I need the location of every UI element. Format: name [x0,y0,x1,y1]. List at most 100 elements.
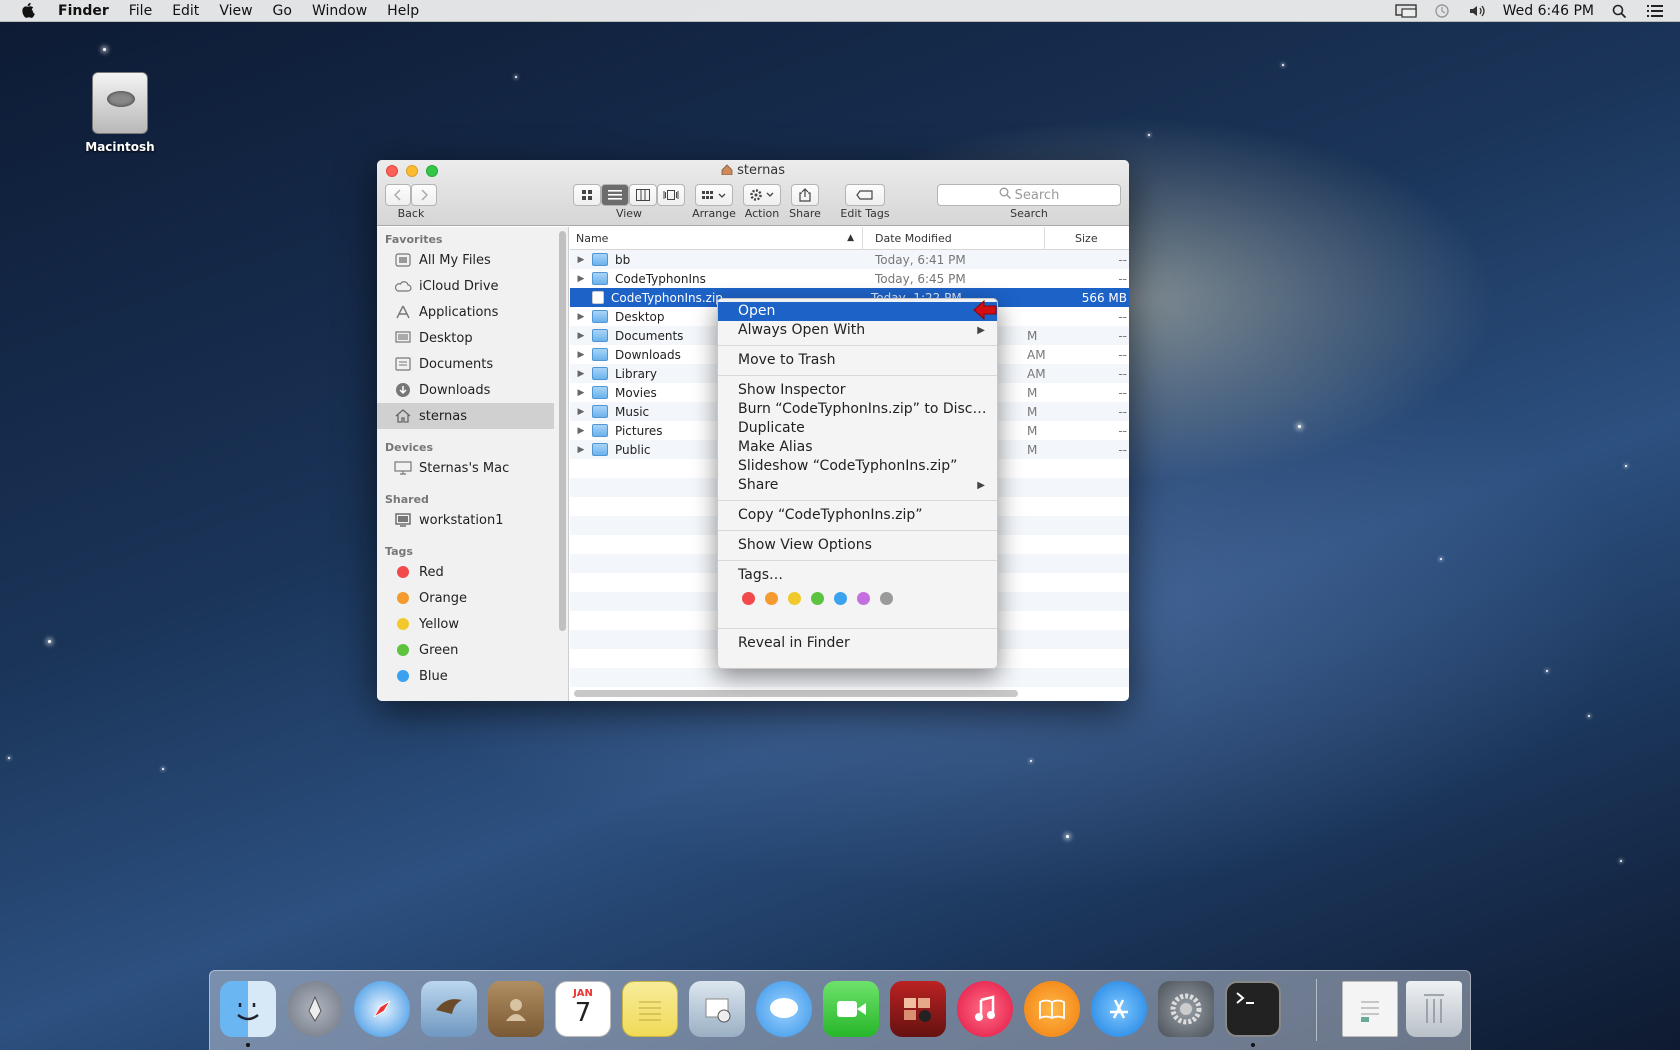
mail-icon[interactable] [421,981,477,1037]
tag-blue-dot[interactable] [834,591,847,605]
sidebar-item-sternas[interactable]: sternas [377,403,554,429]
messages-icon[interactable] [756,981,812,1037]
tag-yellow-dot[interactable] [788,591,801,605]
context-menu: Open Always Open With ▶ Move to Trash Sho… [717,298,998,669]
arrange-button[interactable] [695,184,733,206]
menu-item-move-to-trash[interactable]: Move to Trash [718,351,997,370]
disclosure-triangle-icon[interactable]: ▶ [570,331,592,341]
menu-item-share[interactable]: Share ▶ [718,476,997,495]
disclosure-triangle-icon[interactable]: ▶ [570,274,592,284]
airplay-display-icon[interactable] [1394,3,1417,19]
menu-file[interactable]: File [119,0,162,22]
calendar-icon[interactable]: JAN 7 [555,981,611,1037]
sidebar-item-desktop[interactable]: Desktop [377,325,568,351]
column-view-button[interactable] [629,184,657,206]
menu-item-show-inspector[interactable]: Show Inspector [718,381,997,400]
itunes-icon[interactable] [957,981,1013,1037]
time-machine-icon[interactable] [1431,3,1453,19]
facetime-icon[interactable] [823,981,879,1037]
desktop-drive-macintosh[interactable]: Macintosh [60,72,180,154]
notification-center-icon[interactable] [1644,3,1666,19]
sidebar-item-downloads[interactable]: Downloads [377,377,568,403]
search-field[interactable]: Search [937,184,1121,206]
all-files-icon [394,252,412,268]
finder-icon[interactable] [220,981,276,1037]
sidebar-tag-blue[interactable]: Blue [377,663,568,689]
column-header-date-modified[interactable]: Date Modified [863,227,1045,250]
tag-orange-dot[interactable] [765,591,778,605]
sidebar-item-sternas-mac[interactable]: Sternas's Mac [377,455,568,481]
action-button[interactable] [743,184,781,206]
menu-item-make-alias[interactable]: Make Alias [718,438,997,457]
menubar-clock[interactable]: Wed 6:46 PM [1503,0,1594,22]
icon-view-button[interactable] [573,184,601,206]
list-view-button[interactable] [601,184,629,206]
menu-window[interactable]: Window [302,0,377,22]
menu-item-reveal-in-finder[interactable]: Reveal in Finder [718,634,997,653]
sidebar-item-workstation1[interactable]: workstation1 [377,507,568,533]
system-preferences-icon[interactable] [1158,981,1214,1037]
tag-purple-dot[interactable] [857,591,870,605]
menu-help[interactable]: Help [377,0,429,22]
sidebar-item-documents[interactable]: Documents [377,351,568,377]
forward-button[interactable] [411,184,437,206]
zip-file-icon [592,291,604,304]
tag-gray-dot[interactable] [880,591,893,605]
launchpad-icon[interactable] [287,981,343,1037]
column-header-size[interactable]: Size [1045,232,1098,245]
menu-edit[interactable]: Edit [162,0,209,22]
sidebar-tag-orange[interactable]: Orange [377,585,568,611]
disclosure-triangle-icon[interactable]: ▶ [570,312,592,322]
tag-green-dot[interactable] [811,591,824,605]
menu-item-slideshow[interactable]: Slideshow “CodeTyphonIns.zip” [718,457,997,476]
edit-tags-button[interactable] [845,184,885,206]
column-header-name[interactable]: Name ▲ [570,227,863,250]
sidebar-scrollbar[interactable] [559,231,566,631]
disclosure-triangle-icon[interactable]: ▶ [570,445,592,455]
disclosure-triangle-icon[interactable]: ▶ [570,255,592,265]
spotlight-search-icon[interactable] [1608,3,1630,19]
share-button[interactable] [791,184,819,206]
disclosure-triangle-icon[interactable]: ▶ [570,426,592,436]
back-button[interactable] [385,184,411,206]
menu-item-tags[interactable]: Tags… [718,566,997,585]
menu-go[interactable]: Go [263,0,302,22]
file-row-codetyphonins[interactable]: ▶ CodeTyphonIns Today, 6:45 PM -- [570,269,1129,288]
photo-preview-icon[interactable] [689,981,745,1037]
sidebar-tag-red[interactable]: Red [377,559,568,585]
menu-item-burn-to-disc[interactable]: Burn “CodeTyphonIns.zip” to Disc… [718,400,997,419]
app-menu-finder[interactable]: Finder [48,0,119,22]
menu-item-copy[interactable]: Copy “CodeTyphonIns.zip” [718,506,997,525]
file-row-bb[interactable]: ▶ bb Today, 6:41 PM -- [570,250,1129,269]
disclosure-triangle-icon[interactable]: ▶ [570,407,592,417]
disclosure-triangle-icon[interactable]: ▶ [570,369,592,379]
sidebar-item-all-my-files[interactable]: All My Files [377,247,568,273]
cover-flow-button[interactable] [657,184,685,206]
sidebar-item-applications[interactable]: Applications [377,299,568,325]
disclosure-triangle-icon[interactable]: ▶ [570,350,592,360]
tag-red-dot[interactable] [742,591,755,605]
star [48,640,51,643]
menu-item-open[interactable]: Open [718,302,997,321]
app-store-icon[interactable] [1091,981,1147,1037]
notes-icon[interactable] [622,981,678,1037]
menu-item-always-open-with[interactable]: Always Open With ▶ [718,321,997,340]
sidebar-item-icloud-drive[interactable]: iCloud Drive [377,273,568,299]
star [8,757,10,759]
sidebar-tag-yellow[interactable]: Yellow [377,611,568,637]
document-icon[interactable] [1342,981,1398,1037]
terminal-icon[interactable] [1225,981,1281,1037]
apple-menu-icon[interactable] [20,2,38,19]
menu-view[interactable]: View [209,0,262,22]
contacts-icon[interactable] [488,981,544,1037]
horizontal-scrollbar[interactable] [574,690,1018,697]
ibooks-icon[interactable] [1024,981,1080,1037]
menu-item-show-view-options[interactable]: Show View Options [718,536,997,555]
photo-booth-icon[interactable] [890,981,946,1037]
menu-item-duplicate[interactable]: Duplicate [718,419,997,438]
safari-icon[interactable] [354,981,410,1037]
disclosure-triangle-icon[interactable]: ▶ [570,388,592,398]
sidebar-tag-green[interactable]: Green [377,637,568,663]
volume-icon[interactable] [1467,3,1489,19]
trash-icon[interactable] [1406,981,1462,1037]
